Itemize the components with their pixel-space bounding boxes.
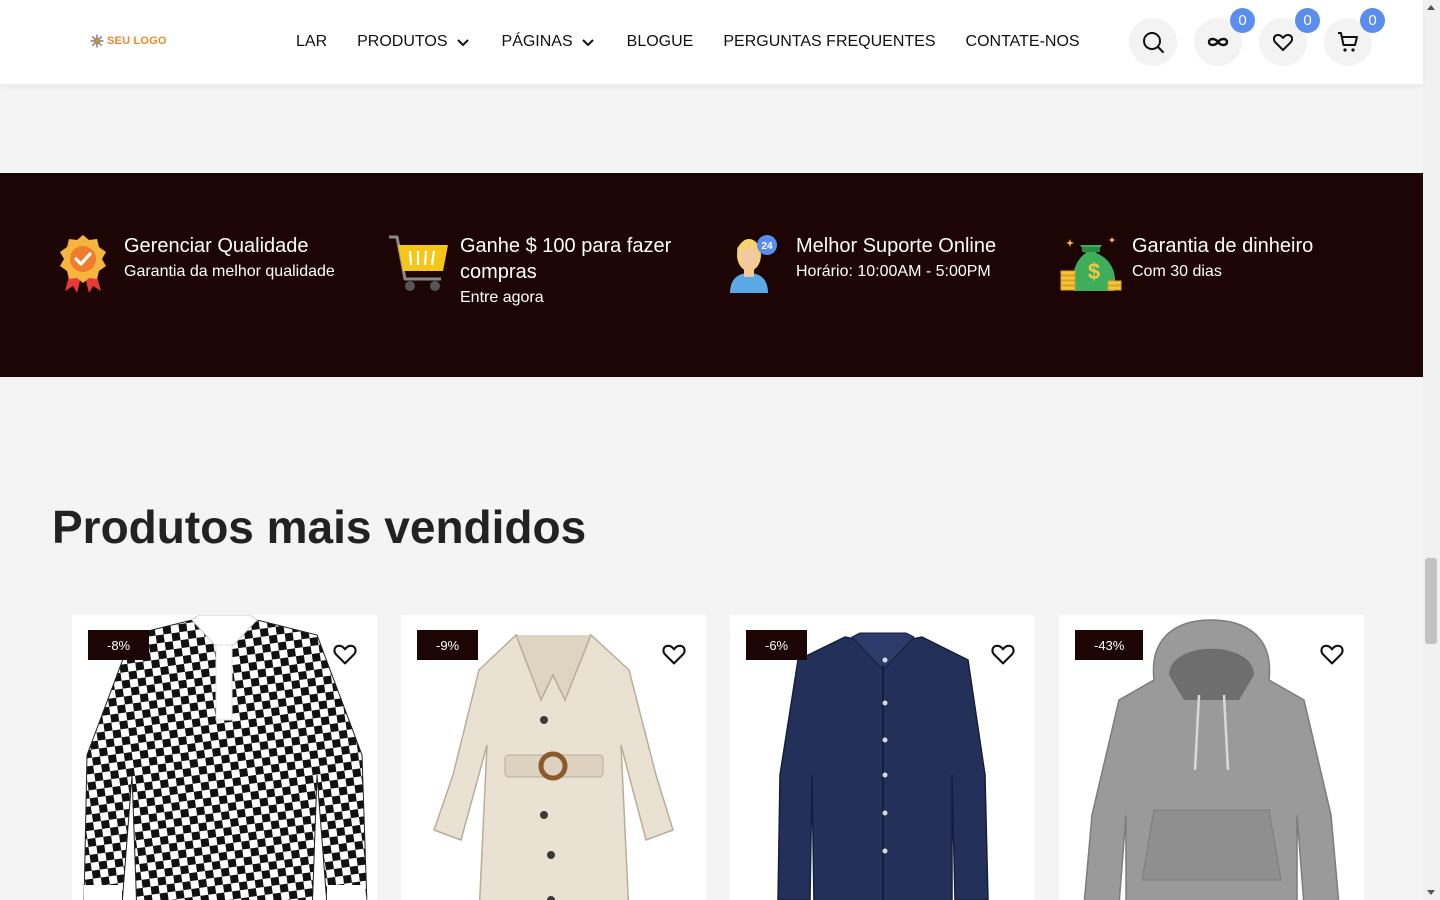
shopping-cart-icon xyxy=(389,235,448,291)
compare-icon xyxy=(1207,37,1229,47)
feature-title: Melhor Suporte Online xyxy=(796,235,997,257)
site-logo[interactable]: SEU LOGO xyxy=(90,34,167,48)
nav-item-lar[interactable]: LAR xyxy=(296,33,327,51)
product-card[interactable]: -6% xyxy=(730,615,1035,900)
nav-label: CONTATE-NOS xyxy=(965,33,1080,50)
feature-shopping: Ganhe $ 100 para fazer compras Entre ago… xyxy=(388,233,690,311)
nav-item-blogue[interactable]: BLOGUE xyxy=(627,33,694,51)
discount-badge: -6% xyxy=(746,630,808,660)
logo-text: SEU LOGO xyxy=(107,35,167,47)
cart-button[interactable]: 0 xyxy=(1324,8,1385,66)
nav-label: PERGUNTAS FREQUENTES xyxy=(723,33,936,50)
chevron-down-icon xyxy=(456,39,469,47)
product-card[interactable]: -9% xyxy=(401,615,706,900)
chevron-down-icon xyxy=(581,39,594,47)
heart-icon[interactable] xyxy=(989,640,1017,668)
feature-support: 24 Melhor Suporte Online Horário: 10:00A… xyxy=(724,233,996,295)
feature-text: Ganhe $ 100 para fazer compras Entre ago… xyxy=(460,233,690,311)
discount-badge: -8% xyxy=(88,630,150,660)
nav-label: LAR xyxy=(296,33,328,50)
logo-mark-icon xyxy=(90,34,104,48)
features-band: Gerenciar Qualidade Garantia da melhor q… xyxy=(0,173,1423,377)
support-agent-icon: 24 xyxy=(730,235,777,293)
heart-icon[interactable] xyxy=(331,640,359,668)
heart-icon[interactable] xyxy=(1318,640,1346,668)
feature-text: Melhor Suporte Online Horário: 10:00AM -… xyxy=(796,233,996,295)
heart-icon xyxy=(1272,33,1294,51)
scroll-up-arrow[interactable] xyxy=(1427,5,1435,10)
compare-button[interactable]: 0 xyxy=(1194,8,1255,66)
scroll-thumb[interactable] xyxy=(1425,558,1437,644)
site-header: SEU LOGO LAR PRODUTOS PÁGINAS BLOGUE PER… xyxy=(0,0,1423,84)
search-button[interactable] xyxy=(1129,18,1177,66)
feature-title: Garantia de dinheiro xyxy=(1132,235,1314,257)
feature-subtitle: Horário: 10:00AM - 5:00PM xyxy=(796,263,991,280)
product-card[interactable]: -8% xyxy=(72,615,377,900)
nav-item-produtos[interactable]: PRODUTOS xyxy=(357,33,471,51)
feature-subtitle: Entre agora xyxy=(460,289,544,306)
nav-item-paginas[interactable]: PÁGINAS xyxy=(502,33,597,51)
feature-text: Garantia de dinheiro Com 30 dias xyxy=(1132,233,1313,295)
compare-count-badge: 0 xyxy=(1230,8,1255,33)
nav-item-contato[interactable]: CONTATE-NOS xyxy=(966,33,1080,51)
discount-badge: -43% xyxy=(1075,630,1144,660)
nav-item-faq[interactable]: PERGUNTAS FREQUENTES xyxy=(723,33,935,51)
section-title: Produtos mais vendidos xyxy=(52,501,587,553)
svg-text:24: 24 xyxy=(761,241,773,252)
scroll-down-arrow[interactable] xyxy=(1427,890,1435,895)
search-icon xyxy=(1143,32,1164,53)
svg-text:$: $ xyxy=(1088,259,1100,284)
feature-quality: Gerenciar Qualidade Garantia da melhor q… xyxy=(52,233,335,295)
discount-badge: -9% xyxy=(417,630,479,660)
feature-subtitle: Com 30 dias xyxy=(1132,263,1222,280)
feature-subtitle: Garantia da melhor qualidade xyxy=(124,263,335,280)
feature-money: $ Garantia de dinheiro Com 30 dias xyxy=(1060,233,1313,295)
wishlist-count-badge: 0 xyxy=(1295,8,1320,33)
feature-text: Gerenciar Qualidade Garantia da melhor q… xyxy=(124,233,335,295)
nav-label: BLOGUE xyxy=(626,33,694,50)
nav-label: PRODUTOS xyxy=(357,33,448,50)
nav-label: PÁGINAS xyxy=(501,33,573,50)
wishlist-button[interactable]: 0 xyxy=(1259,8,1320,66)
quality-badge-icon xyxy=(60,235,106,293)
feature-title: Ganhe $ 100 para fazer compras xyxy=(460,235,672,283)
header-actions: 0 0 0 xyxy=(1129,8,1385,66)
page-scrollbar[interactable] xyxy=(1423,0,1440,900)
main-nav: LAR PRODUTOS PÁGINAS BLOGUE PERGUNTAS FR… xyxy=(296,0,1110,84)
product-card[interactable]: -43% xyxy=(1059,615,1364,900)
cart-icon xyxy=(1338,32,1358,52)
money-bag-icon: $ xyxy=(1060,237,1122,291)
feature-title: Gerenciar Qualidade xyxy=(124,235,309,257)
cart-count-badge: 0 xyxy=(1360,8,1385,33)
heart-icon[interactable] xyxy=(660,640,688,668)
